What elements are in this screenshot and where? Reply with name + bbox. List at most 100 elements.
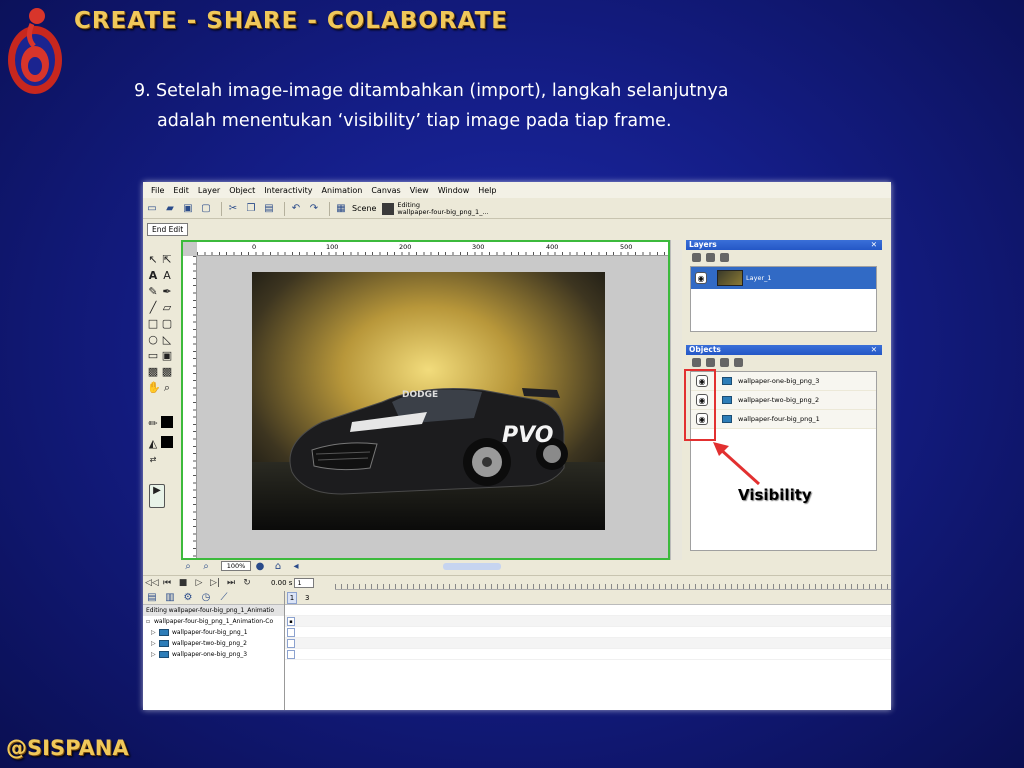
frame-number[interactable]: 1 xyxy=(287,591,297,604)
end-edit-button[interactable]: End Edit xyxy=(147,223,189,236)
stroke-swatch[interactable] xyxy=(161,416,173,428)
scene-button[interactable]: ▦ Scene xyxy=(334,202,376,216)
text-tool-icon[interactable]: A xyxy=(147,270,159,282)
add-track-icon[interactable]: ▤ xyxy=(145,591,159,605)
menu-layer[interactable]: Layer xyxy=(198,186,220,195)
keyframe-cell[interactable]: ▪ xyxy=(287,617,295,626)
next-frame-icon[interactable]: ▷| xyxy=(209,578,221,588)
loop-icon[interactable]: ↻ xyxy=(241,578,253,588)
easing-icon[interactable]: ⟋ xyxy=(217,591,231,605)
menu-file[interactable]: File xyxy=(151,186,164,195)
cut-icon[interactable]: ✂ xyxy=(226,202,240,216)
layer-row[interactable]: ◉ Layer_1 xyxy=(691,267,876,289)
zoom-in-icon[interactable]: ⌕ xyxy=(199,559,213,573)
play-icon[interactable]: ● xyxy=(253,559,267,573)
menu-view[interactable]: View xyxy=(410,186,429,195)
hand-icon[interactable]: ✋ xyxy=(147,382,161,394)
editing-track-header: Editing wallpaper-four-big_png_1_Animati… xyxy=(143,605,284,616)
home-icon[interactable]: ⌂ xyxy=(271,559,285,573)
pencil-icon[interactable]: ✎ xyxy=(147,286,159,298)
open-folder-icon[interactable]: ▰ xyxy=(163,202,177,216)
subselect-icon[interactable]: ⇱ xyxy=(161,254,173,266)
play-icon[interactable]: ▷ xyxy=(193,578,205,588)
stage-vertical-scrollbar[interactable] xyxy=(670,240,682,560)
scroll-left-icon[interactable]: ◂ xyxy=(289,559,303,573)
preview-device-icon[interactable]: ▶ xyxy=(149,484,165,508)
rounded-rect-icon[interactable]: ▢ xyxy=(161,318,173,330)
arrow-select-icon[interactable]: ↖ xyxy=(147,254,159,266)
menu-canvas[interactable]: Canvas xyxy=(371,186,400,195)
close-icon[interactable]: ✕ xyxy=(871,240,877,250)
menu-interactivity[interactable]: Interactivity xyxy=(264,186,312,195)
frame-number[interactable]: 3 xyxy=(305,594,309,602)
close-icon[interactable]: ✕ xyxy=(871,345,877,355)
editing-breadcrumb[interactable]: Editing wallpaper-four-big_png_1_... xyxy=(382,201,489,216)
menu-animation[interactable]: Animation xyxy=(322,186,363,195)
pen-icon[interactable]: ✒ xyxy=(161,286,173,298)
expand-arrow-icon[interactable]: ▷ xyxy=(151,640,159,647)
menu-window[interactable]: Window xyxy=(438,186,470,195)
undo-icon[interactable]: ↶ xyxy=(289,202,303,216)
canvas-image[interactable]: PVO DODGE xyxy=(252,272,605,530)
save-icon[interactable]: ▣ xyxy=(181,202,195,216)
copy-icon[interactable]: ❐ xyxy=(244,202,258,216)
new-file-icon[interactable]: ▭ xyxy=(145,202,159,216)
transform-icon[interactable]: ▩ xyxy=(147,366,159,378)
trash-icon[interactable] xyxy=(734,357,743,367)
paste-icon[interactable]: ▤ xyxy=(262,202,276,216)
new-layer-icon[interactable] xyxy=(692,252,701,262)
rectangle-icon[interactable]: □ xyxy=(147,318,159,330)
fill-bucket-icon[interactable]: ◭ xyxy=(147,438,159,450)
rewind-icon[interactable]: ◁◁ xyxy=(145,578,159,588)
link-icon[interactable] xyxy=(706,357,715,367)
object-row[interactable]: ◉ wallpaper-two-big_png_2 xyxy=(691,391,876,410)
stop-icon[interactable]: ■ xyxy=(177,578,189,588)
redo-icon[interactable]: ↷ xyxy=(307,202,321,216)
stage-horizontal-scrollbar[interactable] xyxy=(443,563,501,570)
ellipse-icon[interactable]: ○ xyxy=(147,334,159,346)
zoom-out-icon[interactable]: ⌕ xyxy=(181,559,195,573)
image-tool-icon[interactable]: ▣ xyxy=(161,350,173,362)
png-icon xyxy=(722,377,732,385)
delete-layer-icon[interactable] xyxy=(706,252,715,262)
stroke-color-icon[interactable]: ✏ xyxy=(147,418,159,430)
button-tool-icon[interactable]: ▭ xyxy=(147,350,159,362)
show-all-icon[interactable] xyxy=(692,357,701,367)
keyframe-cell[interactable] xyxy=(287,628,295,637)
expand-arrow-icon[interactable]: ▷ xyxy=(151,629,159,636)
text-path-icon[interactable]: A xyxy=(161,270,173,282)
fill-swatch[interactable] xyxy=(161,436,173,448)
line-tool-icon[interactable]: ╱ xyxy=(147,302,159,314)
keyframe-cell[interactable] xyxy=(287,639,295,648)
menu-object[interactable]: Object xyxy=(229,186,255,195)
swap-colors-icon[interactable]: ⇄ xyxy=(147,454,159,466)
print-icon[interactable]: ▢ xyxy=(199,202,213,216)
track-row[interactable]: ▷ wallpaper-two-big_png_2 xyxy=(143,638,284,649)
last-frame-icon[interactable]: ⏭ xyxy=(225,578,237,588)
keyframe-cell[interactable] xyxy=(287,650,295,659)
frame-input[interactable]: 1 xyxy=(294,577,315,588)
page-icon[interactable] xyxy=(720,357,729,367)
zoom-level[interactable]: 100% xyxy=(221,561,251,571)
clock-icon[interactable]: ◷ xyxy=(199,591,213,605)
gear-icon[interactable]: ⚙ xyxy=(181,591,195,605)
animation-track-row[interactable]: ▫ wallpaper-four-big_png_1_Animation-Co xyxy=(143,616,284,627)
track-row[interactable]: ▷ wallpaper-one-big_png_3 xyxy=(143,649,284,660)
menu-edit[interactable]: Edit xyxy=(173,186,189,195)
collapse-icon[interactable]: ▫ xyxy=(146,618,154,625)
layer-options-icon[interactable] xyxy=(720,252,729,262)
zoom-tool-icon[interactable]: ⌕ xyxy=(161,382,173,394)
instruction-text: 9. Setelah image-image ditambahkan (impor… xyxy=(134,76,854,136)
envelope-icon[interactable]: ▩ xyxy=(161,366,173,378)
folder-icon[interactable]: ▥ xyxy=(163,591,177,605)
object-row[interactable]: ◉ wallpaper-one-big_png_3 xyxy=(691,372,876,391)
shape-icon[interactable]: ◺ xyxy=(161,334,173,346)
eye-icon[interactable]: ◉ xyxy=(695,272,707,284)
object-row[interactable]: ◉ wallpaper-four-big_png_1 xyxy=(691,410,876,429)
first-frame-icon[interactable]: ⏮ xyxy=(161,578,173,588)
expand-arrow-icon[interactable]: ▷ xyxy=(151,651,159,658)
menu-help[interactable]: Help xyxy=(478,186,496,195)
stage[interactable]: 0 100 200 300 400 500 PVO DODGE xyxy=(181,240,670,560)
polygon-icon[interactable]: ▱ xyxy=(161,302,173,314)
track-row[interactable]: ▷ wallpaper-four-big_png_1 xyxy=(143,627,284,638)
